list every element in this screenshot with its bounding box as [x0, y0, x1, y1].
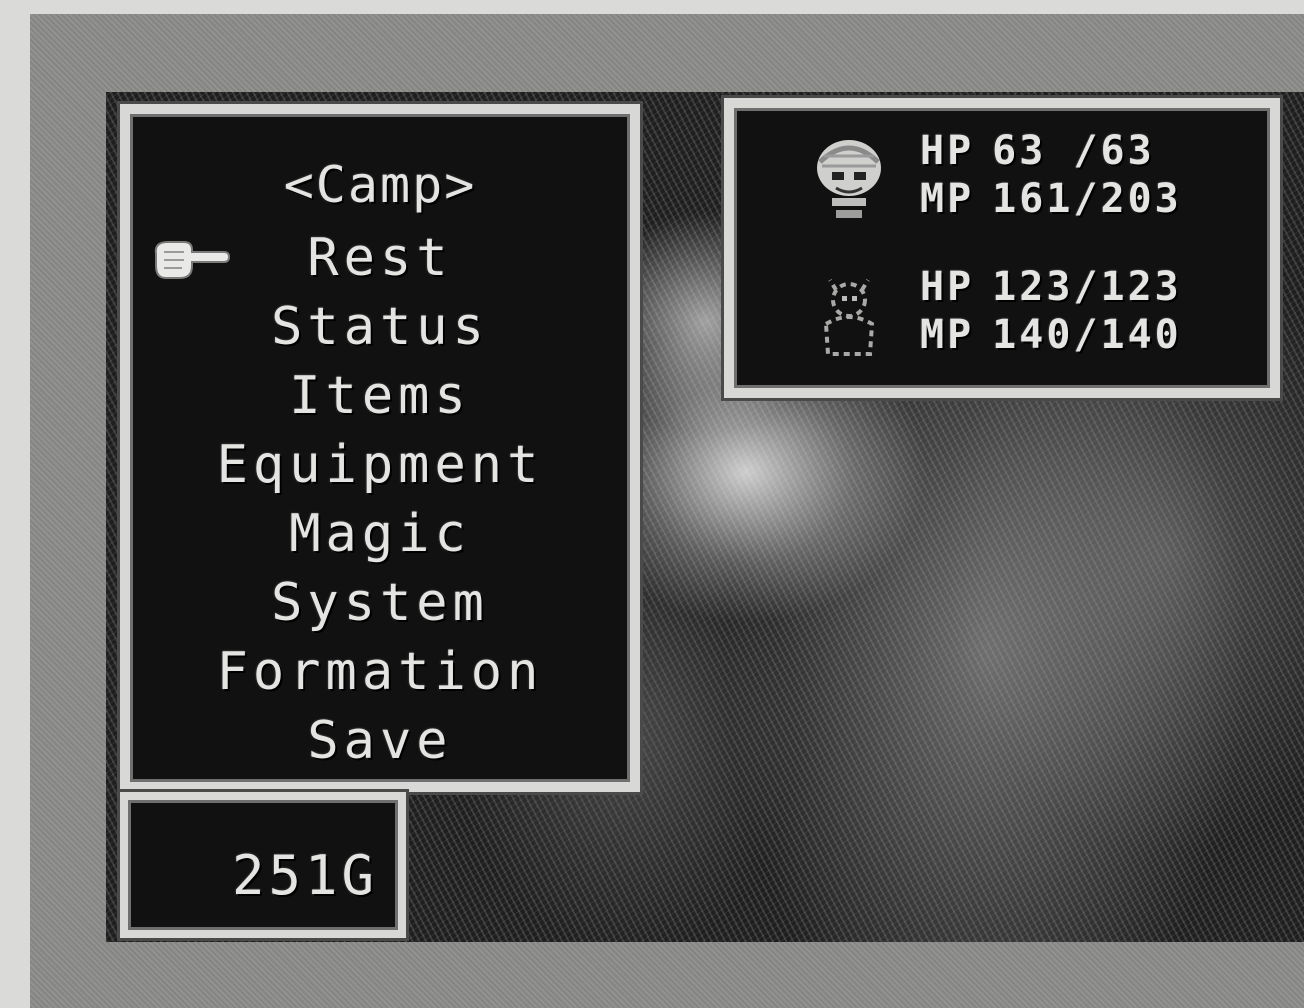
party-status-window: HP 63 /63 MP 161/203 HP 123/123 MP 140/140	[721, 95, 1283, 401]
character-1-portrait-icon	[817, 140, 881, 218]
gold-window: 251G	[117, 789, 409, 941]
camp-command-window: <Camp> Rest Status Items Equipment Magic…	[117, 101, 643, 795]
menu-item-items[interactable]: Items	[130, 362, 630, 431]
party-member-2[interactable]: HP 123/123 MP 140/140	[734, 258, 1270, 378]
party-member-1[interactable]: HP 63 /63 MP 161/203	[734, 118, 1270, 238]
menu-item-formation[interactable]: Formation	[130, 638, 630, 707]
hp-readout: HP 63 /63	[920, 128, 1155, 174]
hp-readout: HP 123/123	[920, 264, 1182, 310]
menu-item-rest[interactable]: Rest	[130, 224, 630, 293]
menu-title: <Camp>	[283, 156, 477, 214]
mp-readout: MP 140/140	[920, 312, 1182, 358]
menu-item-save[interactable]: Save	[130, 707, 630, 776]
menu-item-status[interactable]: Status	[130, 293, 630, 362]
mp-readout: MP 161/203	[920, 176, 1182, 222]
command-list: Rest Status Items Equipment Magic System…	[130, 224, 630, 776]
gold-amount: 251G	[231, 844, 378, 907]
menu-item-system[interactable]: System	[130, 569, 630, 638]
character-2-portrait-icon	[823, 278, 875, 356]
photo-frame: <Camp> Rest Status Items Equipment Magic…	[0, 0, 1304, 1008]
menu-item-magic[interactable]: Magic	[130, 500, 630, 569]
game-screen: <Camp> Rest Status Items Equipment Magic…	[106, 92, 1304, 942]
menu-item-equipment[interactable]: Equipment	[130, 431, 630, 500]
